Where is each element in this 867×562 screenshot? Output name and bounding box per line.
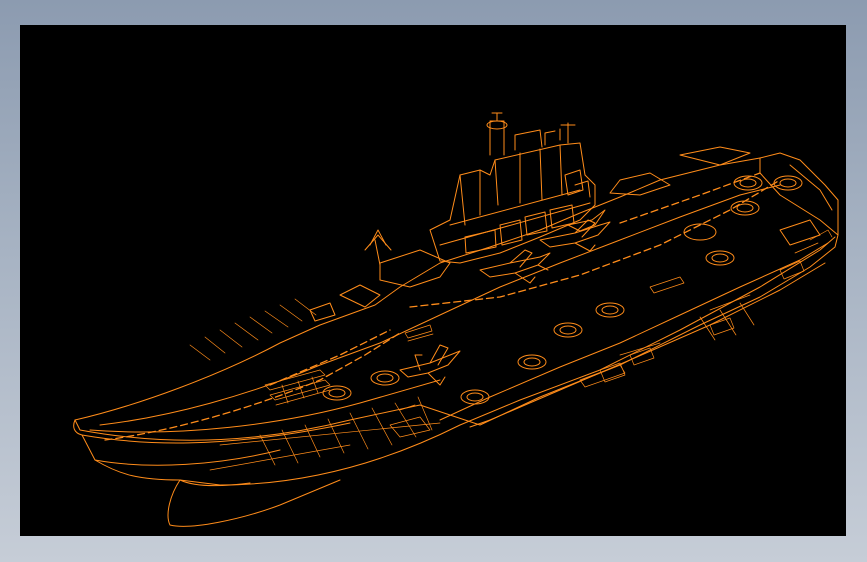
island-superstructure (429, 112, 596, 264)
aircraft-2 (539, 219, 611, 252)
hull-frame-lines (209, 302, 755, 471)
aircraft-3 (399, 344, 461, 386)
starboard-details (389, 229, 833, 438)
port-edge-ticks (189, 298, 317, 361)
deck-markings (104, 172, 781, 441)
hull-outline (73, 152, 839, 527)
aircraft-carrier-wireframe-icon (73, 112, 839, 527)
cad-viewport[interactable] (20, 25, 846, 536)
forward-structures (309, 146, 821, 322)
